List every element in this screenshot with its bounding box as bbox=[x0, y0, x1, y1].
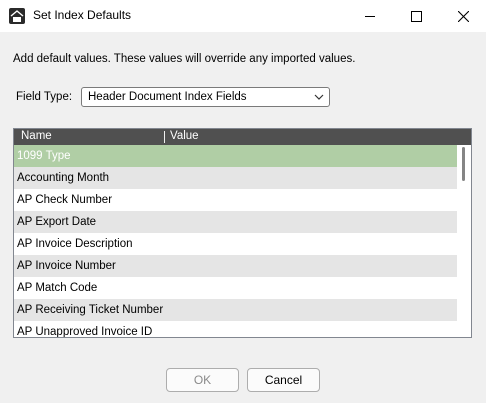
field-type-value: Header Document Index Fields bbox=[88, 91, 247, 103]
field-type-label: Field Type: bbox=[16, 91, 73, 103]
window-title: Set Index Defaults bbox=[33, 8, 132, 22]
list-item[interactable]: AP Invoice Number bbox=[14, 255, 457, 277]
list-header: Name Value bbox=[14, 129, 471, 145]
instructions-text: Add default values. These values will ov… bbox=[13, 53, 356, 65]
list-rows: 1099 Type Accounting Month AP Check Numb… bbox=[14, 145, 457, 337]
column-header-value[interactable]: Value bbox=[170, 130, 199, 142]
vertical-scrollbar[interactable] bbox=[457, 145, 471, 337]
minimize-icon bbox=[365, 16, 375, 17]
chevron-down-icon bbox=[314, 94, 324, 100]
index-fields-list[interactable]: Name Value 1099 Type Accounting Month AP… bbox=[13, 128, 472, 338]
list-item[interactable]: AP Check Number bbox=[14, 189, 457, 211]
column-divider[interactable] bbox=[164, 131, 165, 143]
list-item[interactable]: AP Match Code bbox=[14, 277, 457, 299]
list-item[interactable]: AP Export Date bbox=[14, 211, 457, 233]
title-bar: Set Index Defaults bbox=[0, 0, 486, 32]
scrollbar-thumb[interactable] bbox=[462, 147, 465, 181]
field-type-select[interactable]: Header Document Index Fields bbox=[81, 87, 330, 107]
cancel-button[interactable]: Cancel bbox=[247, 368, 320, 392]
app-logo-icon bbox=[9, 8, 25, 24]
list-item[interactable]: AP Invoice Description bbox=[14, 233, 457, 255]
minimize-button[interactable] bbox=[347, 0, 393, 32]
list-item[interactable]: AP Unapproved Invoice ID bbox=[14, 321, 457, 337]
maximize-button[interactable] bbox=[393, 0, 439, 32]
column-header-name[interactable]: Name bbox=[21, 130, 52, 142]
maximize-icon bbox=[410, 10, 422, 22]
list-item[interactable]: Accounting Month bbox=[14, 167, 457, 189]
dialog-body: Add default values. These values will ov… bbox=[0, 32, 486, 403]
close-button[interactable] bbox=[440, 0, 486, 32]
list-item[interactable]: 1099 Type bbox=[14, 145, 457, 167]
list-item[interactable]: AP Receiving Ticket Number bbox=[14, 299, 457, 321]
ok-button[interactable]: OK bbox=[166, 368, 239, 392]
close-icon bbox=[457, 10, 469, 22]
